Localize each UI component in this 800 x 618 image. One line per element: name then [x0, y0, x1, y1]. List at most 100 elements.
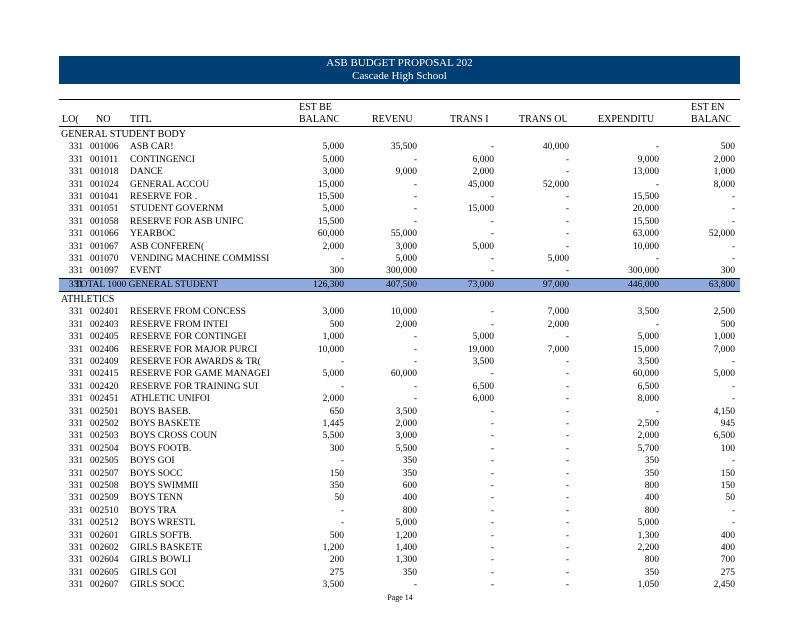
revenue-cell: -	[413, 332, 417, 343]
est-end-cell: -	[731, 216, 735, 227]
trans-in-cell: 3,500	[472, 357, 494, 368]
est-begin-cell: 5,000	[322, 369, 344, 380]
est-begin-cell: -	[340, 381, 344, 392]
trans-in-cell: 6,000	[472, 154, 494, 165]
trans-in-cell: -	[490, 319, 494, 330]
loc-cell: 331	[68, 319, 84, 330]
est-begin-cell: 15,000	[317, 179, 344, 190]
est-end-cell: 100	[720, 443, 735, 454]
loc-cell: 331	[68, 266, 84, 277]
revenue-cell: -	[413, 154, 417, 165]
title-cell: BOYS SWIMMII	[130, 480, 199, 491]
est-begin-cell: -	[340, 518, 344, 529]
title-cell: GENERAL ACCOU	[130, 179, 210, 190]
revenue-cell: -	[413, 179, 417, 190]
account-no-cell: 002604	[90, 555, 119, 566]
est-begin-cell: 500	[329, 319, 344, 330]
trans-out-cell: -	[565, 580, 569, 591]
account-no-cell: 001011	[90, 154, 119, 165]
est-end-cell: 300	[720, 266, 735, 277]
trans-in-cell: -	[490, 216, 494, 227]
loc-cell: 331	[68, 518, 84, 529]
revenue-cell: 35,500	[390, 142, 417, 153]
table-header: LO( NO TITL EST BE BALANC REVENU TRANS I…	[59, 99, 740, 127]
account-no-cell: 002501	[90, 406, 119, 417]
account-no-cell: 001018	[90, 167, 119, 178]
title-cell: RESERVE FOR .	[130, 191, 198, 202]
account-no-cell: 001070	[90, 253, 119, 264]
trans-out-cell: -	[565, 493, 569, 504]
table-row: 331 001006 ASB CAR! 5,000 35,500 - 40,000 - 500	[59, 141, 740, 153]
loc-cell: 331	[68, 154, 84, 165]
title-cell: BOYS SOCC	[130, 468, 183, 479]
expenditures-cell: 2,200	[637, 542, 659, 553]
expenditures-cell: 13,000	[632, 167, 659, 178]
trans-out-cell: -	[565, 204, 569, 215]
title-cell: BOYS BASKETE	[130, 418, 201, 429]
table-row: 331 002508 BOYS SWIMMII 350 600 - - 800 150	[59, 480, 740, 492]
revenue-cell: -	[413, 580, 417, 591]
title-cell: BOYS CROSS COUN	[130, 431, 218, 442]
revenue-cell: 600	[402, 480, 417, 491]
table-row: 331 002409 RESERVE FOR AWARDS & TR(- - 3,500…	[59, 356, 740, 368]
account-no-cell: 002505	[90, 456, 119, 467]
est-end-cell: 500	[720, 142, 735, 153]
table-row: 331 002420 RESERVE FOR TRAINING SUI - - 6,500…	[59, 381, 740, 393]
title-cell: GIRLS SOCC	[130, 580, 185, 591]
table-row: 331 001051 STUDENT GOVERNM 5,000 - 15,000 - 20,…	[59, 203, 740, 215]
account-no-cell: 002512	[90, 518, 119, 529]
table-row: 331 002501 BOYS BASEB. 650 3,500 - - - 4,150	[59, 406, 740, 418]
loc-cell: 331	[68, 307, 84, 318]
revenue-cell: 2,000	[395, 418, 417, 429]
trans-in-cell: -	[490, 266, 494, 277]
table-row: 331 001067 ASB CONFEREN(2,000 3,000 5,000 - 10…	[59, 241, 740, 253]
trans-in-cell: -	[490, 542, 494, 553]
account-no-cell: 001024	[90, 179, 119, 190]
title-cell: ASB CONFEREN(	[130, 241, 205, 252]
athletics-rows: 331 002401 RESERVE FROM CONCESS 3,000 10,000…	[59, 306, 740, 591]
trans-in-cell: -	[490, 530, 494, 541]
expenditures-cell: 5,700	[637, 443, 659, 454]
total-trans-out: 97,000	[542, 279, 569, 290]
trans-out-cell: -	[565, 443, 569, 454]
expenditures-cell: 15,500	[632, 191, 659, 202]
trans-out-cell: -	[565, 456, 569, 467]
expenditures-cell: -	[655, 142, 659, 153]
expenditures-cell: -	[655, 406, 659, 417]
trans-out-cell: -	[565, 468, 569, 479]
loc-cell: 331	[68, 555, 84, 566]
trans-in-cell: -	[490, 142, 494, 153]
trans-in-cell: -	[490, 443, 494, 454]
trans-in-cell: -	[490, 191, 494, 202]
table-row: 331 002507 BOYS SOCC 150 350 - - 350 150	[59, 468, 740, 480]
title-cell: GIRLS BOWLI	[130, 555, 191, 566]
est-begin-cell: 15,500	[317, 191, 344, 202]
title-cell: GIRLS BASKETE	[130, 542, 203, 553]
expenditures-cell: 800	[644, 480, 659, 491]
est-end-cell: -	[731, 204, 735, 215]
col-title: TITL	[130, 114, 152, 125]
title-cell: STUDENT GOVERNM	[130, 204, 224, 215]
account-no-cell: 001006	[90, 142, 119, 153]
trans-in-cell: -	[490, 480, 494, 491]
est-begin-cell: 3,000	[322, 307, 344, 318]
trans-out-cell: -	[565, 154, 569, 165]
trans-in-cell: -	[490, 555, 494, 566]
account-no-cell: 001058	[90, 216, 119, 227]
expenditures-cell: 400	[644, 493, 659, 504]
expenditures-cell: 1,050	[637, 580, 659, 591]
loc-cell: 331	[68, 431, 84, 442]
trans-in-cell: 5,000	[472, 241, 494, 252]
loc-cell: 331	[68, 167, 84, 178]
est-end-cell: 6,500	[713, 431, 735, 442]
trans-in-cell: -	[490, 229, 494, 240]
est-begin-cell: 150	[329, 468, 344, 479]
revenue-cell: 5,000	[395, 518, 417, 529]
budget-page: ASB BUDGET PROPOSAL 202 Cascade High Sch…	[0, 0, 800, 618]
account-no-cell: 002405	[90, 332, 119, 343]
loc-cell: 331	[68, 253, 84, 264]
table-row: 331 002509 BOYS TENN 50 400 - - 400 50	[59, 492, 740, 504]
title-cell: RESERVE FOR ASB UNIFC	[130, 216, 244, 227]
loc-cell: 331	[68, 216, 84, 227]
revenue-cell: -	[413, 344, 417, 355]
